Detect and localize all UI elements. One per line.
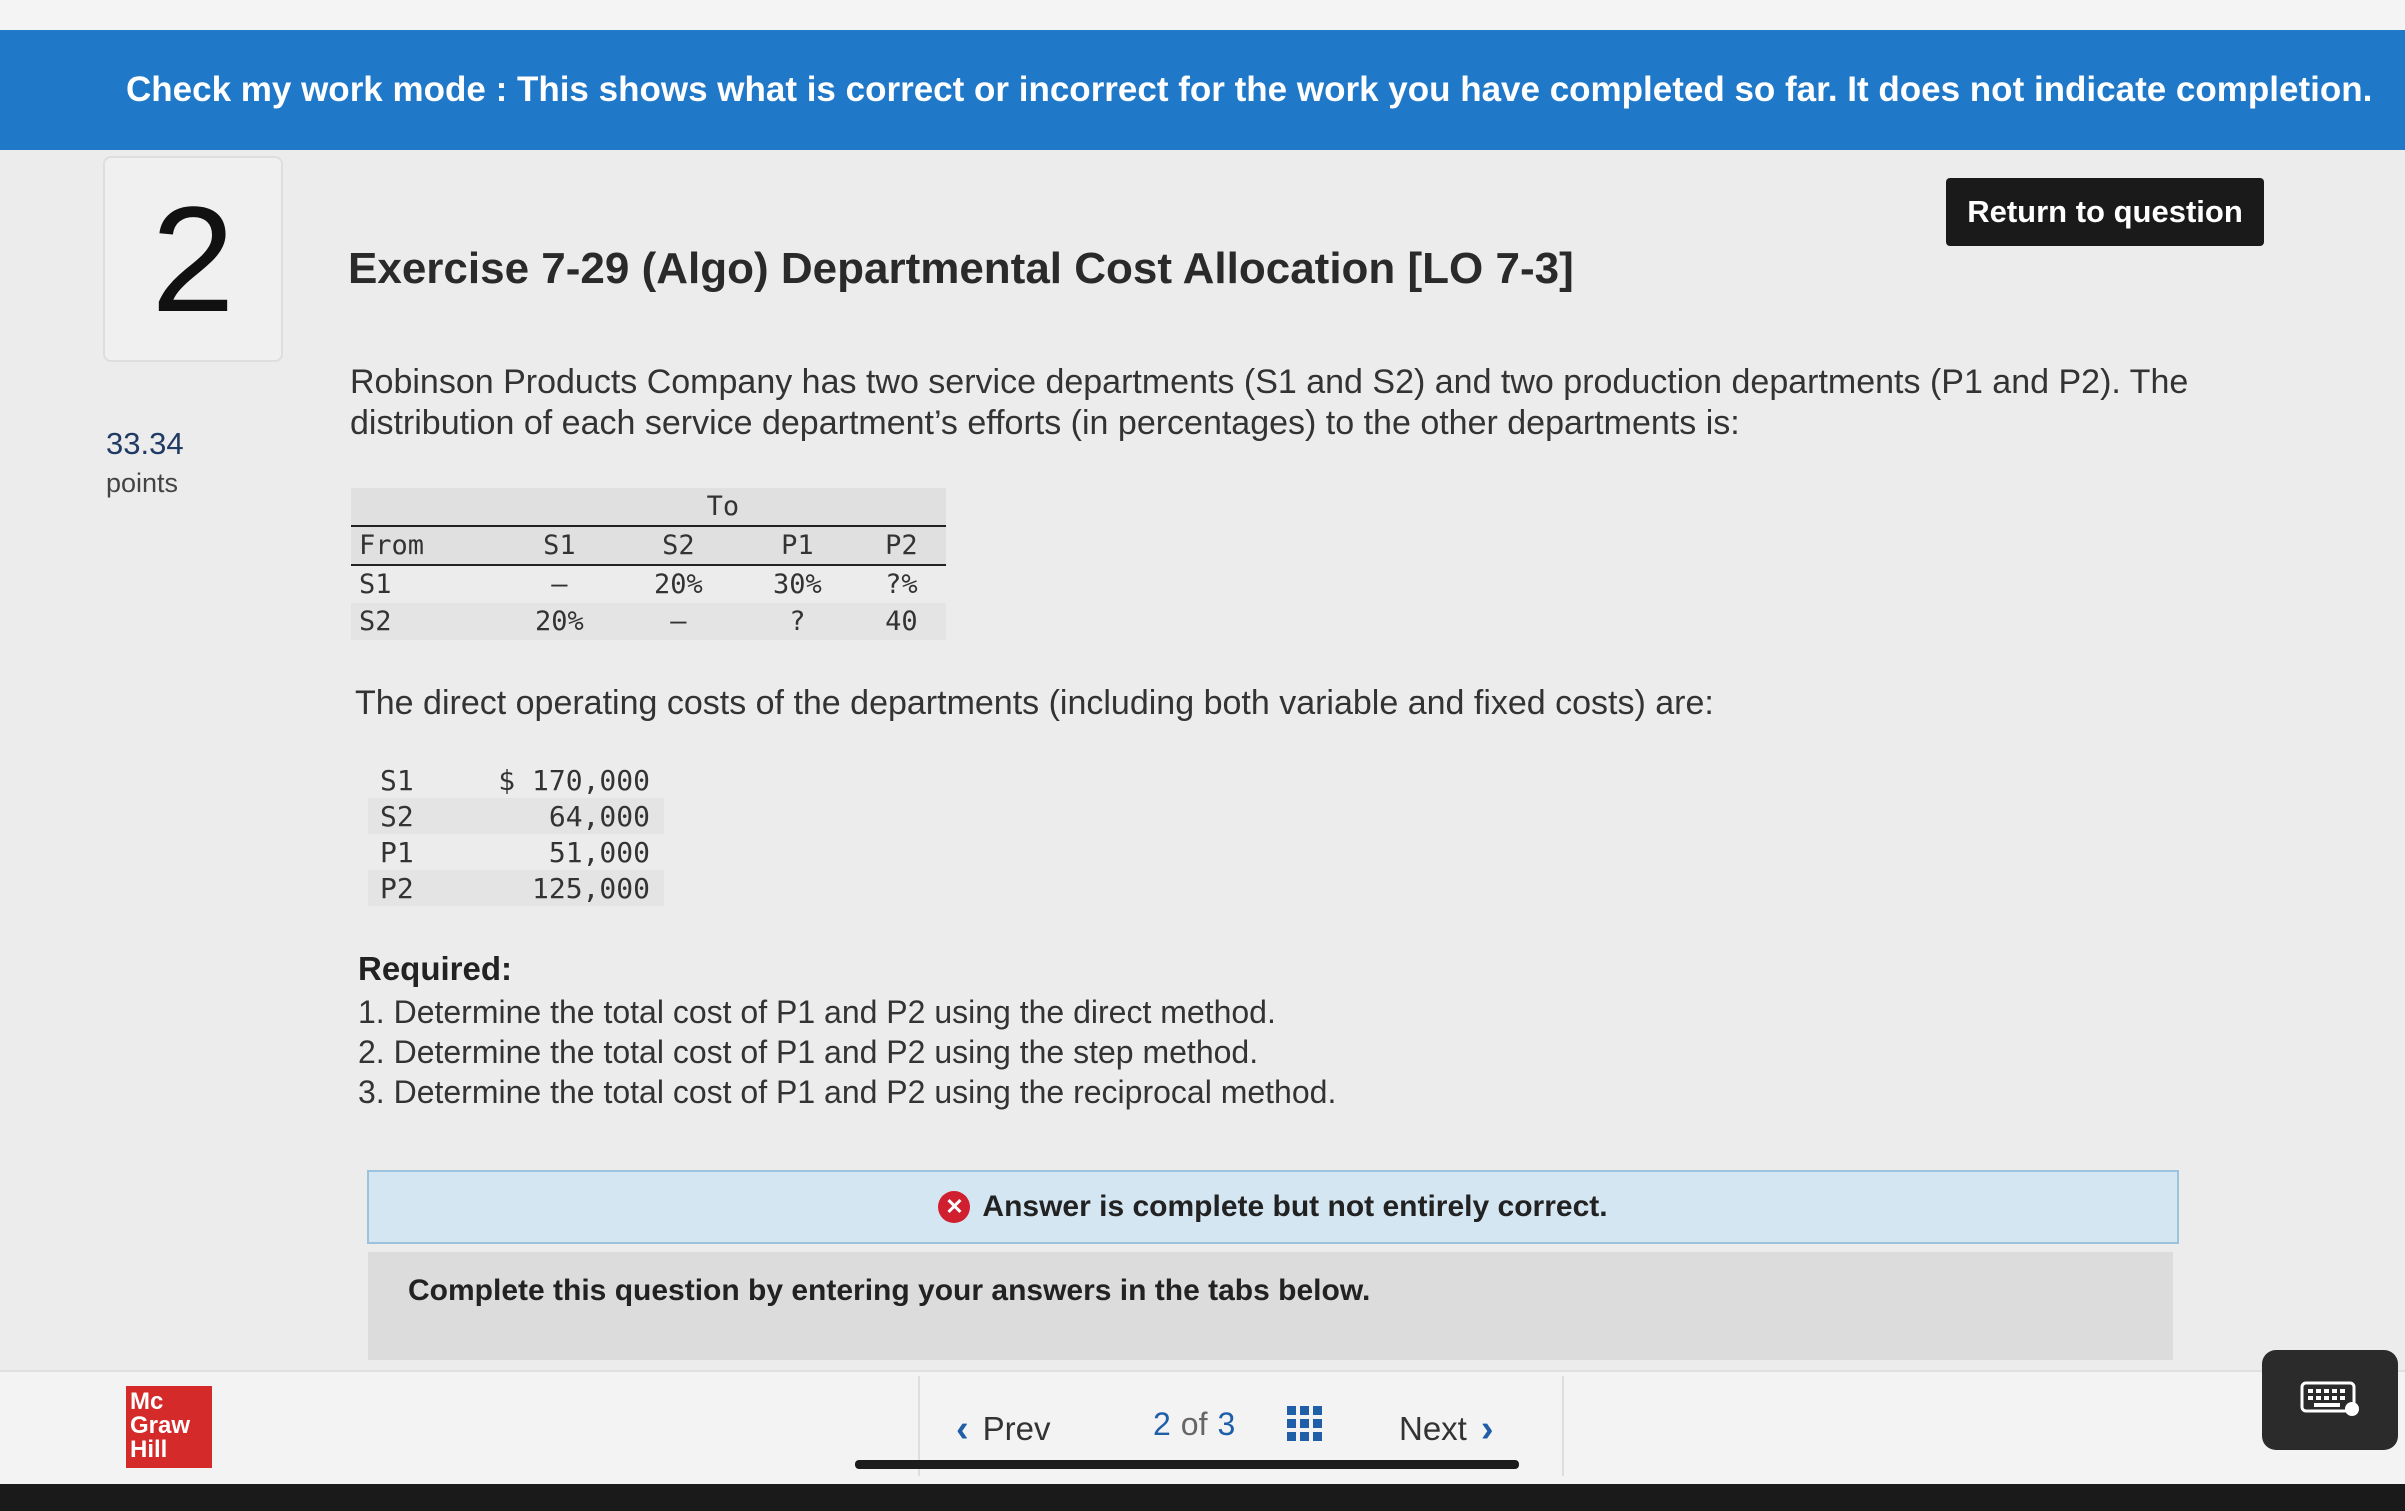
dept-label: P1 (380, 835, 414, 869)
table-cell: – (551, 569, 568, 600)
cost-amount: 64,000 (442, 798, 664, 834)
mcgraw-hill-logo: Mc Graw Hill (126, 1386, 212, 1468)
list-item: 2. Determine the total cost of P1 and P2… (358, 1034, 1259, 1070)
table-row: S1 $ 170,000 (368, 762, 664, 798)
points-label: points (106, 468, 179, 498)
list-item: 1. Determine the total cost of P1 and P2… (358, 994, 1276, 1030)
chevron-left-icon: ‹ (956, 1407, 969, 1450)
check-mode-banner: Check my work mode : This shows what is … (0, 30, 2405, 150)
return-to-question-button[interactable]: Return to question (1946, 178, 2264, 246)
table-row: P1 51,000 (368, 834, 664, 870)
banner-text: Check my work mode : This shows what is … (126, 70, 2373, 109)
header-blank (351, 488, 500, 526)
table-row: P2 125,000 (368, 870, 664, 906)
table-cell: 40 (856, 603, 946, 640)
x-circle-icon: ✕ (938, 1191, 971, 1223)
keyboard-icon (2300, 1381, 2359, 1416)
table-header-row: To (351, 488, 946, 526)
table-cell: 30% (772, 569, 822, 600)
table-header-row: From S1 S2 P1 P2 (351, 525, 946, 566)
cost-amount: $ 170,000 (498, 763, 650, 797)
current-page: 2 (1153, 1406, 1171, 1442)
answer-status-text: Answer is complete but not entirely corr… (982, 1190, 1608, 1223)
page-indicator[interactable]: 2 of 3 (1153, 1406, 1235, 1443)
exercise-title: Exercise 7-29 (Algo) Departmental Cost A… (348, 244, 1574, 293)
header-to: To (499, 488, 946, 526)
costs-table: S1 $ 170,000 S2 64,000 P1 51,000 P2 125,… (368, 762, 664, 906)
row-label: S2 (351, 603, 500, 640)
pager-underline (855, 1460, 1519, 1469)
of-label: of (1180, 1406, 1208, 1442)
row-label: S1 (359, 569, 392, 600)
next-label: Next (1399, 1410, 1467, 1447)
table-row: S2 64,000 (368, 798, 664, 834)
next-button[interactable]: Next › (1399, 1404, 1494, 1454)
tabs-instruction: Complete this question by entering your … (368, 1252, 2173, 1360)
header-from: From (351, 525, 500, 566)
column-header: P1 (737, 525, 857, 566)
dept-label: S1 (380, 763, 414, 797)
question-number: 2 (103, 156, 283, 362)
tabs-instruction-text: Complete this question by entering your … (408, 1274, 1371, 1307)
costs-intro: The direct operating costs of the depart… (355, 684, 1714, 722)
table-cell: – (618, 603, 738, 640)
list-item: 3. Determine the total cost of P1 and P2… (358, 1074, 1337, 1110)
answer-status-alert: ✕ Answer is complete but not entirely co… (367, 1170, 2179, 1244)
dept-label: S2 (368, 798, 443, 834)
top-strip (0, 0, 2405, 30)
total-pages: 3 (1217, 1406, 1236, 1442)
cost-amount: 125,000 (442, 870, 664, 906)
logo-line: Hill (130, 1436, 168, 1463)
prev-label: Prev (982, 1410, 1051, 1447)
logo-line: Mc (130, 1388, 164, 1415)
chevron-right-icon: › (1480, 1407, 1494, 1450)
prev-button[interactable]: ‹ Prev (956, 1404, 1051, 1454)
required-list: 1. Determine the total cost of P1 and P2… (358, 992, 1336, 1112)
dept-label: P2 (368, 870, 443, 906)
grid-icon (1287, 1406, 1322, 1441)
table-cell: ?% (885, 569, 918, 600)
column-header: P2 (856, 525, 946, 566)
table-row: S1 – 20% 30% ?% (351, 565, 946, 603)
logo-line: Graw (130, 1412, 191, 1439)
table-cell: 20% (499, 603, 619, 640)
column-header: S1 (499, 525, 619, 566)
column-header: S2 (618, 525, 738, 566)
bottom-strip (0, 1484, 2405, 1511)
table-cell: 20% (653, 569, 703, 600)
keyboard-button[interactable] (2262, 1350, 2398, 1450)
table-row: S2 20% – ? 40 (351, 603, 946, 640)
table-cell: ? (737, 603, 857, 640)
cost-amount: 51,000 (548, 835, 650, 869)
points-value: 33.34 (106, 426, 184, 461)
question-grid-button[interactable] (1285, 1404, 1325, 1444)
required-heading: Required: (358, 950, 513, 987)
distribution-table: To From S1 S2 P1 P2 S1 – 20% 30% ?% S2 2… (351, 488, 946, 640)
question-intro: Robinson Products Company has two servic… (350, 363, 2189, 442)
